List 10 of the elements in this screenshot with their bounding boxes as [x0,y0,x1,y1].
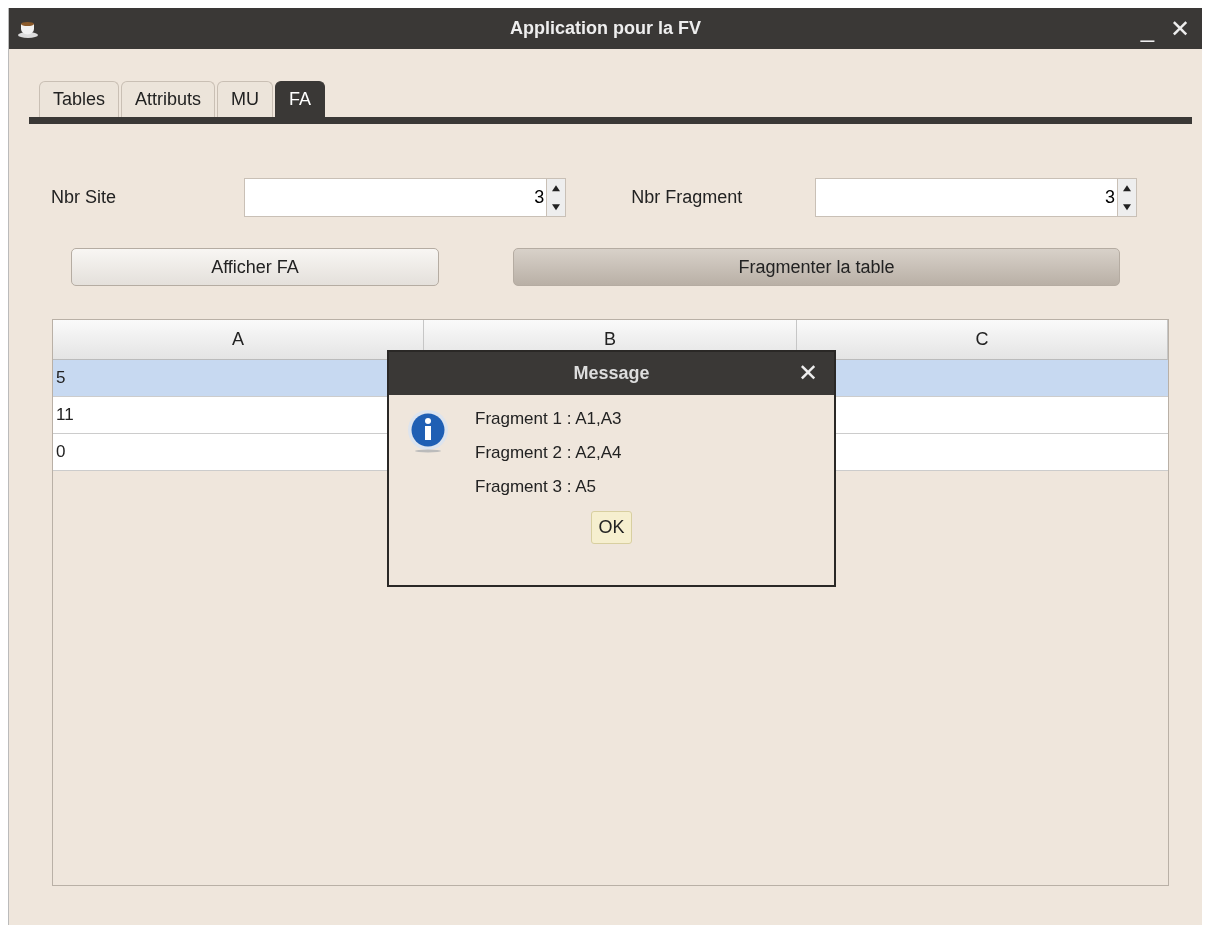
message-text: Fragment 2 : A2,A4 [475,443,622,463]
table-cell-text: 0 [55,441,67,463]
window-title: Application pour la FV [510,18,701,39]
dialog-title: Message [573,363,650,384]
field-label: Nbr Fragment [631,187,744,208]
field-label: Nbr Site [51,187,118,208]
message-text: Fragment 3 : A5 [475,477,597,497]
table-cell-text: 5 [55,367,67,389]
table-cell-text: 11 [55,404,75,426]
message-text: Fragment 1 : A1,A3 [475,409,622,429]
